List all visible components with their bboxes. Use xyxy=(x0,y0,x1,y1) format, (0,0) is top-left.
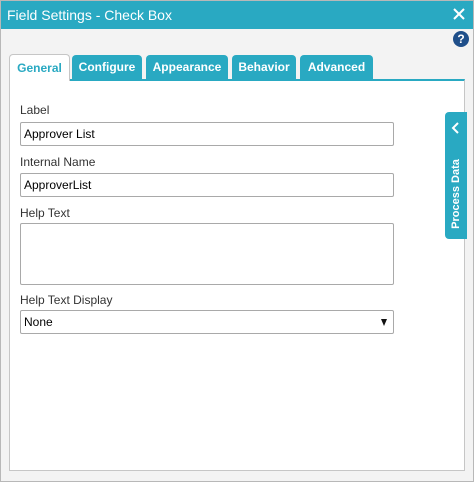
field-settings-dialog: Field Settings - Check Box ? General Con… xyxy=(0,0,474,482)
internal-name-input[interactable] xyxy=(20,173,394,197)
dialog-body: ? General Configure Appearance Behavior … xyxy=(1,29,473,481)
title-bar: Field Settings - Check Box xyxy=(1,1,473,29)
help-text-display-value: None xyxy=(24,315,53,329)
label-field-label: Label xyxy=(20,103,50,117)
label-input[interactable] xyxy=(20,122,394,146)
window-title: Field Settings - Check Box xyxy=(7,7,172,23)
process-data-label: Process Data xyxy=(450,159,462,229)
general-tab-panel: Label Internal Name Help Text Help Text … xyxy=(9,79,465,471)
help-icon[interactable]: ? xyxy=(453,31,469,47)
tab-appearance[interactable]: Appearance xyxy=(146,55,228,79)
close-icon[interactable] xyxy=(449,4,469,24)
dropdown-arrow-icon xyxy=(381,319,387,326)
tab-general[interactable]: General xyxy=(9,54,70,81)
tab-configure[interactable]: Configure xyxy=(72,55,142,79)
internal-name-field-label: Internal Name xyxy=(20,155,96,169)
help-text-textarea[interactable] xyxy=(20,223,394,285)
process-data-side-tab[interactable]: Process Data xyxy=(445,112,467,239)
tab-behavior[interactable]: Behavior xyxy=(232,55,296,79)
tab-advanced[interactable]: Advanced xyxy=(300,55,373,79)
help-text-display-select[interactable]: None xyxy=(20,310,394,334)
help-text-display-field-label: Help Text Display xyxy=(20,293,113,307)
chevron-left-icon[interactable] xyxy=(451,121,461,134)
help-text-field-label: Help Text xyxy=(20,206,70,220)
